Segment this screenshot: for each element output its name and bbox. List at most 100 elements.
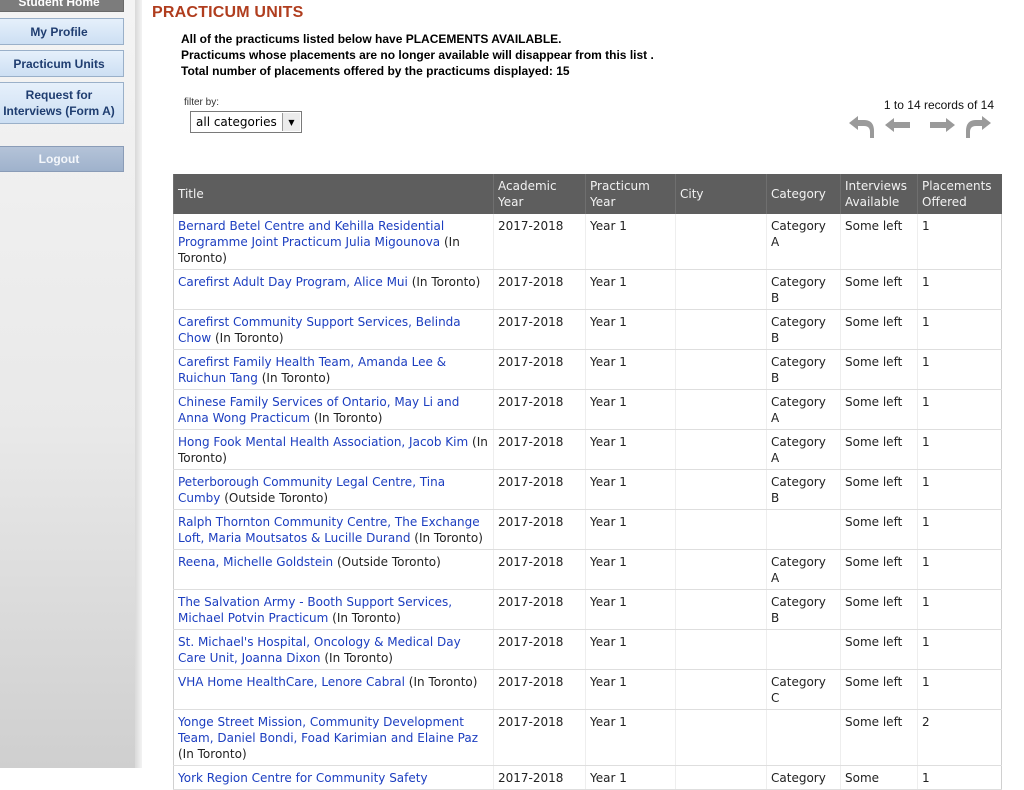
table-row: Yonge Street Mission, Community Developm…: [173, 709, 1002, 766]
practicum-title-link[interactable]: Reena, Michelle Goldstein: [178, 555, 333, 569]
cell-category: Category: [766, 765, 841, 790]
cell-academic-year: 2017-2018: [493, 469, 586, 510]
cell-practicum-year: Year 1: [585, 629, 676, 670]
cell-city: [675, 669, 767, 710]
cell-city: [675, 214, 767, 270]
first-page-icon[interactable]: [846, 112, 878, 140]
practicum-location: (In Toronto): [414, 531, 483, 545]
cell-city: [675, 269, 767, 310]
cell-city: [675, 429, 767, 470]
category-filter-select[interactable]: all categories ▼: [190, 111, 302, 133]
cell-academic-year: 2017-2018: [493, 389, 586, 430]
cell-placements-offered: 1: [917, 214, 1002, 270]
column-header-placements-offered[interactable]: Placements Offered: [917, 174, 1002, 214]
dropdown-arrow-icon[interactable]: ▼: [282, 113, 300, 131]
practicum-location: (In Toronto): [332, 611, 401, 625]
cell-practicum-year: Year 1: [585, 214, 676, 270]
cell-interviews-available: Some: [840, 765, 918, 790]
column-header-interviews-available[interactable]: Interviews Available: [840, 174, 918, 214]
practicum-title-link[interactable]: The Salvation Army - Booth Support Servi…: [178, 595, 452, 625]
pagination-controls: [846, 112, 996, 140]
practicum-table-container: Title Academic Year Practicum Year City …: [173, 174, 1002, 790]
practicum-table: Title Academic Year Practicum Year City …: [173, 174, 1002, 790]
cell-academic-year: 2017-2018: [493, 309, 586, 350]
practicum-title-link[interactable]: St. Michael's Hospital, Oncology & Medic…: [178, 635, 461, 665]
practicum-location: (In Toronto): [178, 747, 247, 761]
cell-interviews-available: Some left: [840, 269, 918, 310]
column-header-city[interactable]: City: [675, 174, 767, 214]
column-header-title[interactable]: Title: [173, 174, 494, 214]
cell-placements-offered: 1: [917, 589, 1002, 630]
cell-placements-offered: 1: [917, 509, 1002, 550]
intro-line: All of the practicums listed below have …: [181, 32, 562, 46]
practicum-title-link[interactable]: York Region Centre for Community Safety: [178, 771, 428, 785]
practicum-location: (In Toronto): [214, 331, 284, 345]
table-row: Ralph Thornton Community Centre, The Exc…: [173, 509, 1002, 550]
cell-placements-offered: 1: [917, 629, 1002, 670]
cell-academic-year: 2017-2018: [493, 669, 586, 710]
column-header-practicum-year[interactable]: Practicum Year: [585, 174, 676, 214]
logout-button[interactable]: Logout: [0, 146, 124, 172]
cell-academic-year: 2017-2018: [493, 269, 586, 310]
cell-interviews-available: Some left: [840, 709, 918, 766]
cell-title: Hong Fook Mental Health Association, Jac…: [173, 429, 494, 470]
table-row: Carefirst Adult Day Program, Alice Mui (…: [173, 269, 1002, 310]
cell-placements-offered: 1: [917, 765, 1002, 790]
cell-category: Category B: [766, 469, 841, 510]
table-row: Bernard Betel Centre and Kehilla Residen…: [173, 214, 1002, 270]
table-row: York Region Centre for Community Safety …: [173, 765, 1002, 790]
page-title: PRACTICUM UNITS: [152, 4, 304, 21]
column-header-category[interactable]: Category: [766, 174, 841, 214]
previous-page-icon[interactable]: [882, 112, 914, 140]
cell-category: Category A: [766, 389, 841, 430]
cell-academic-year: 2017-2018: [493, 549, 586, 590]
practicum-title-link[interactable]: VHA Home HealthCare, Lenore Cabral: [178, 675, 405, 689]
cell-interviews-available: Some left: [840, 309, 918, 350]
column-header-academic-year[interactable]: Academic Year: [493, 174, 586, 214]
filter-label: filter by:: [184, 97, 220, 108]
cell-city: [675, 765, 767, 790]
practicum-title-link[interactable]: Carefirst Adult Day Program, Alice Mui: [178, 275, 408, 289]
cell-category: Category B: [766, 269, 841, 310]
cell-placements-offered: 1: [917, 669, 1002, 710]
cell-city: [675, 589, 767, 630]
nav-practicum-units-button[interactable]: Practicum Units: [0, 50, 124, 77]
nav-student-home-button[interactable]: Student Home: [0, 0, 124, 12]
nav-my-profile-button[interactable]: My Profile: [0, 18, 124, 45]
next-page-icon[interactable]: [926, 112, 958, 140]
cell-category: Category A: [766, 214, 841, 270]
table-row: Reena, Michelle Goldstein (Outside Toron…: [173, 549, 1002, 590]
cell-interviews-available: Some left: [840, 549, 918, 590]
cell-academic-year: 2017-2018: [493, 589, 586, 630]
cell-practicum-year: Year 1: [585, 469, 676, 510]
cell-category: Category B: [766, 589, 841, 630]
cell-city: [675, 709, 767, 766]
cell-placements-offered: 1: [917, 429, 1002, 470]
cell-title: Carefirst Community Support Services, Be…: [173, 309, 494, 350]
cell-title: Ralph Thornton Community Centre, The Exc…: [173, 509, 494, 550]
cell-academic-year: 2017-2018: [493, 214, 586, 270]
practicum-location: (In Toronto): [411, 275, 481, 289]
practicum-title-link[interactable]: Bernard Betel Centre and Kehilla Residen…: [178, 219, 444, 249]
cell-city: [675, 469, 767, 510]
intro-text: All of the practicums listed below have …: [181, 31, 654, 79]
cell-interviews-available: Some left: [840, 589, 918, 630]
practicum-title-link[interactable]: Yonge Street Mission, Community Developm…: [178, 715, 478, 745]
cell-placements-offered: 1: [917, 309, 1002, 350]
nav-request-interviews-button[interactable]: Request for Interviews (Form A): [0, 82, 124, 124]
cell-practicum-year: Year 1: [585, 429, 676, 470]
cell-academic-year: 2017-2018: [493, 429, 586, 470]
cell-placements-offered: 1: [917, 469, 1002, 510]
table-row: The Salvation Army - Booth Support Servi…: [173, 589, 1002, 630]
last-page-icon[interactable]: [962, 112, 994, 140]
cell-interviews-available: Some left: [840, 429, 918, 470]
practicum-location: (Outside Toronto): [337, 555, 441, 569]
cell-title: Chinese Family Services of Ontario, May …: [173, 389, 494, 430]
cell-city: [675, 309, 767, 350]
cell-practicum-year: Year 1: [585, 349, 676, 390]
cell-title: Yonge Street Mission, Community Developm…: [173, 709, 494, 766]
practicum-title-link[interactable]: Hong Fook Mental Health Association, Jac…: [178, 435, 468, 449]
table-row: Chinese Family Services of Ontario, May …: [173, 389, 1002, 430]
cell-title: Carefirst Family Health Team, Amanda Lee…: [173, 349, 494, 390]
cell-academic-year: 2017-2018: [493, 709, 586, 766]
